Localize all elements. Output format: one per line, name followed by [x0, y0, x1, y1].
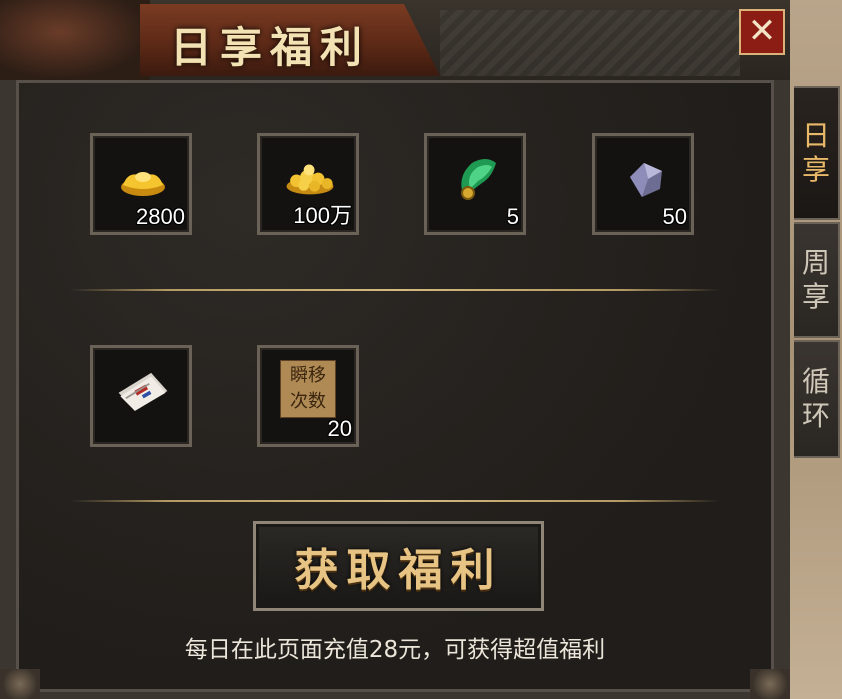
dragon-ornament — [0, 0, 150, 80]
reward-slot-teleport-count[interactable]: 瞬移 次数 20 — [257, 345, 359, 447]
purple-gem-icon — [617, 154, 673, 204]
gold-coins-icon — [282, 154, 338, 204]
reward-quantity: 50 — [662, 204, 687, 229]
teleport-label-line1: 瞬移 — [290, 365, 326, 386]
teleport-label-line2: 次数 — [290, 391, 326, 412]
reward-quantity: 100万 — [293, 203, 352, 228]
claim-reward-button[interactable]: 获取福利 — [253, 521, 544, 611]
row-divider — [70, 289, 720, 291]
window-title: 日享福利 — [170, 23, 371, 72]
teleport-count-badge: 瞬移 次数 — [280, 360, 336, 418]
tab-daily-label-top: 日 — [801, 119, 830, 152]
reward-quantity: 20 — [327, 416, 352, 441]
claim-reward-label: 获取福利 — [294, 545, 503, 596]
reward-quantity: 5 — [506, 204, 519, 229]
green-jade-icon — [449, 154, 505, 204]
close-button[interactable]: ✕ — [739, 9, 785, 55]
teleport-count-icon: 瞬移 次数 — [280, 360, 336, 418]
tab-cycle-label-bottom: 环 — [801, 399, 830, 432]
reward-slot-scroll-book[interactable] — [90, 345, 192, 447]
recharge-hint-text: 每日在此页面充值28元，可获得超值福利 — [184, 637, 606, 663]
tab-daily-label-bottom: 享 — [801, 153, 830, 186]
corner-ornament — [0, 669, 40, 699]
title-bar: 日享福利 — [0, 0, 790, 80]
reward-slot-green-jade[interactable]: 5 — [424, 133, 526, 235]
reward-quantity: 2800 — [136, 204, 185, 229]
row-divider — [70, 500, 720, 502]
gold-ingot-icon — [115, 154, 171, 204]
title-bar-pattern — [440, 10, 740, 76]
tab-weekly-label-top: 周 — [801, 246, 830, 279]
tab-daily[interactable]: 日 享 — [794, 86, 840, 220]
scroll-book-icon — [115, 366, 171, 416]
corner-ornament — [750, 669, 790, 699]
tab-weekly-label-bottom: 享 — [801, 280, 830, 313]
reward-slot-gold-coins[interactable]: 100万 — [257, 133, 359, 235]
tab-cycle[interactable]: 循 环 — [794, 340, 840, 458]
tab-cycle-label-top: 循 — [801, 365, 830, 398]
reward-slot-purple-gem[interactable]: 50 — [592, 133, 694, 235]
reward-slot-gold-ingot[interactable]: 2800 — [90, 133, 192, 235]
tab-weekly[interactable]: 周 享 — [794, 222, 840, 338]
